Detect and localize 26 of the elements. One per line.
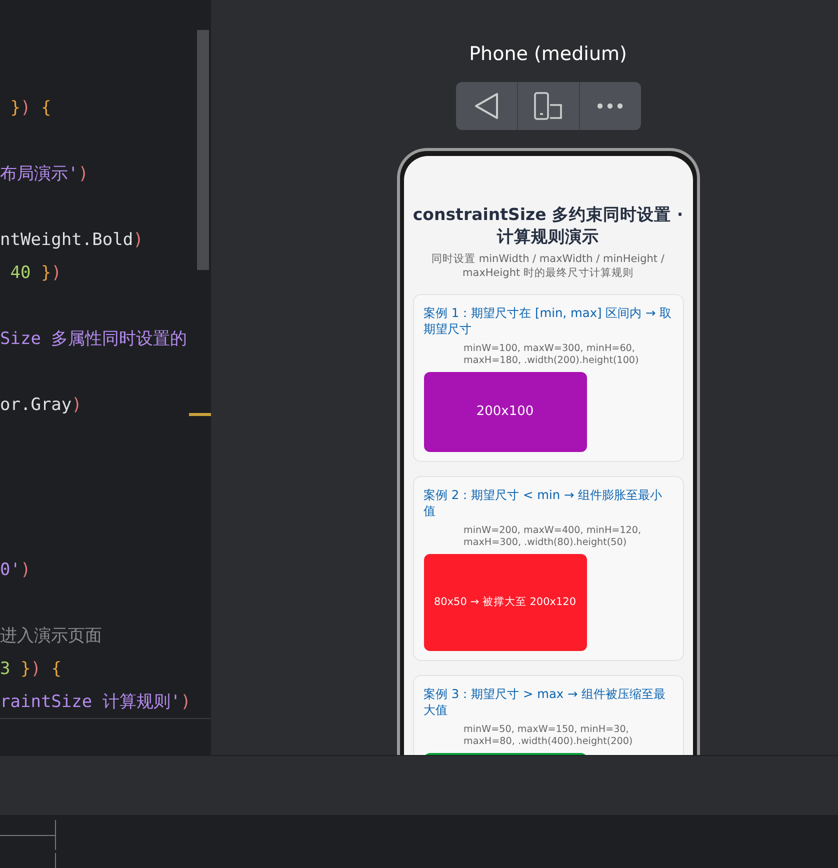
code-line: ntWeight.Bold) xyxy=(0,229,144,252)
code-line: 0') xyxy=(0,559,31,582)
case-parameters: minW=200, maxW=400, minH=120, maxH=300, .width(80).height(50) xyxy=(464,525,642,549)
code-line: 40 }) xyxy=(9,262,62,285)
case-title: 案例 2：期望尺寸 < min → 组件膨胀至最小值 xyxy=(424,487,664,519)
code-line: raintSize 计算规则') xyxy=(0,691,191,714)
demo-box: 80x50 → 被撑大至 200x120 xyxy=(424,554,586,651)
more-icon xyxy=(596,102,624,110)
scrollbar[interactable] xyxy=(197,30,209,270)
code-line: or.Gray) xyxy=(0,394,82,417)
case-parameters: minW=50, maxW=150, minH=30, maxH=80, .width(400).height(200) xyxy=(464,724,634,748)
demo-box: 200x100 xyxy=(424,372,586,452)
case-title: 案例 1：期望尺寸在 [min, max] 区间内 → 取期望尺寸 xyxy=(424,305,672,337)
code-line: Size 多属性同时设置的 xyxy=(0,328,188,351)
code-line: 进入演示页面 xyxy=(0,625,102,648)
code-line: 布局演示') xyxy=(0,163,88,186)
back-icon xyxy=(473,92,499,120)
case-parameters: minW=100, maxW=300, minH=60, maxH=180, .width(200).height(100) xyxy=(464,343,640,367)
page-subtitle: 同时设置 minWidth / maxWidth / minHeight / maxHeight 时的最终尺寸计算规则 xyxy=(430,252,666,280)
device-name: Phone (medium) xyxy=(469,42,627,67)
change-marker xyxy=(189,413,211,416)
code-line: 3 }) { xyxy=(0,658,62,681)
code-line: }) { xyxy=(9,97,52,120)
case-title: 案例 3：期望尺寸 > max → 组件被压缩至最大值 xyxy=(424,686,667,718)
page-title: constraintSize 多约束同时设置 · 计算规则演示 xyxy=(412,204,684,248)
rotate-device-icon xyxy=(533,92,563,120)
